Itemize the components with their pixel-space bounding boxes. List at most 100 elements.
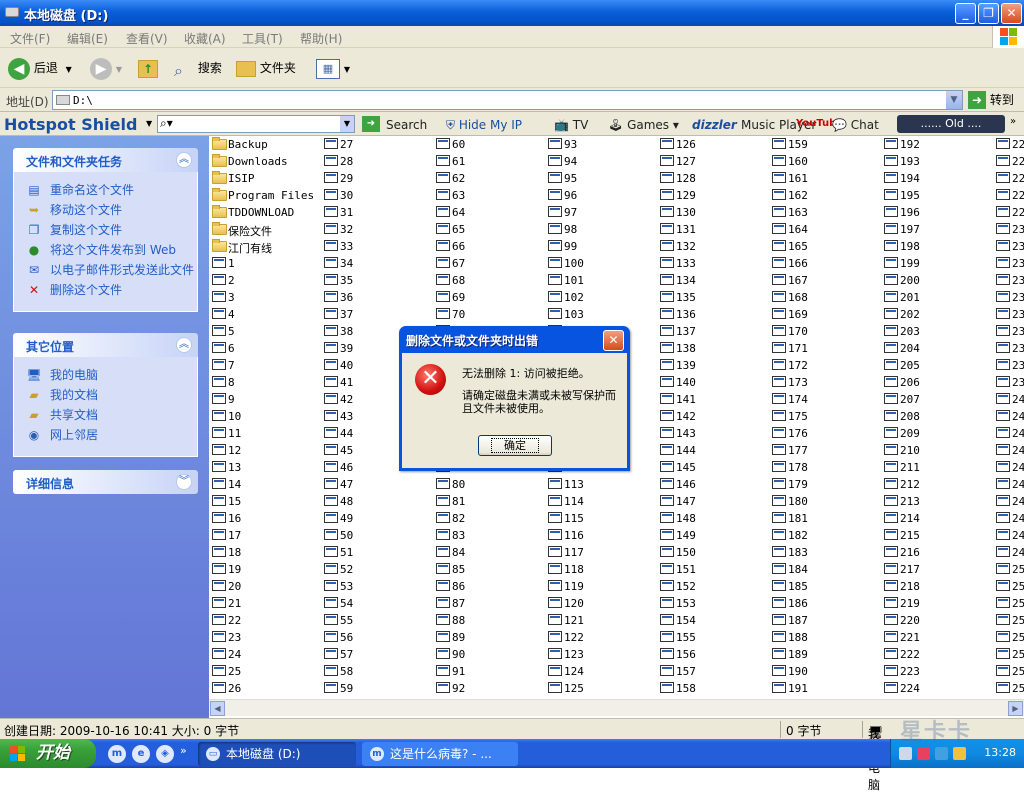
quicklaunch-app-icon[interactable]: ◈ bbox=[156, 745, 174, 763]
menu-favorites[interactable]: 收藏(A) bbox=[184, 30, 226, 47]
place-shared-documents[interactable]: ▰ 共享文档 bbox=[14, 408, 197, 423]
file-icon bbox=[660, 546, 674, 557]
item-name: 26 bbox=[228, 682, 242, 695]
item-name: 189 bbox=[788, 648, 808, 661]
folders-button[interactable]: 文件夹 bbox=[236, 56, 296, 80]
other-places-panel: 其它位置 ︽ 🖥 我的电脑 ▰ 我的文档 ▰ 共享文档 ◉ 网上邻居 bbox=[13, 333, 198, 457]
place-my-documents[interactable]: ▰ 我的文档 bbox=[14, 388, 197, 403]
hotspot-dropdown-icon[interactable]: ▼ bbox=[146, 119, 152, 128]
task-move[interactable]: ➥ 移动这个文件 bbox=[14, 203, 197, 218]
hotspot-search-button[interactable]: Search bbox=[386, 118, 427, 132]
quicklaunch-browser-icon[interactable]: e bbox=[132, 745, 150, 763]
scroll-left-icon[interactable]: ◀ bbox=[210, 701, 225, 716]
ok-button[interactable]: 确定 bbox=[478, 435, 552, 456]
menu-file[interactable]: 文件(F) bbox=[10, 30, 50, 47]
item-name: 154 bbox=[676, 614, 696, 627]
file-icon bbox=[772, 563, 786, 574]
item-name: 223 bbox=[900, 665, 920, 678]
menu-edit[interactable]: 编辑(E) bbox=[67, 30, 108, 47]
hide-ip-button[interactable]: ⛨ Hide My IP bbox=[446, 118, 522, 133]
item-name: 20 bbox=[228, 580, 242, 593]
views-button[interactable]: ▦ ▼ bbox=[316, 56, 350, 80]
keyboard-tray-icon[interactable] bbox=[899, 747, 912, 760]
file-tasks-header[interactable]: 文件和文件夹任务 ︽ bbox=[13, 148, 198, 172]
close-button[interactable]: ✕ bbox=[1001, 3, 1022, 24]
quicklaunch-overflow-icon[interactable]: » bbox=[180, 744, 187, 757]
task-email[interactable]: ✉ 以电子邮件形式发送此文件 bbox=[14, 263, 197, 278]
collapse-icon[interactable]: ︽ bbox=[176, 337, 192, 353]
toolbar-overflow-icon[interactable]: » bbox=[1010, 116, 1016, 127]
task-rename[interactable]: ▤ 重命名这个文件 bbox=[14, 183, 197, 198]
go-button[interactable]: ➜ 转到 bbox=[968, 91, 1014, 109]
chat-button[interactable]: 💬 Chat bbox=[832, 118, 879, 132]
games-button[interactable]: 🕹 Games ▾ bbox=[608, 118, 679, 132]
task-publish-web[interactable]: ● 将这个文件发布到 Web bbox=[14, 243, 197, 258]
network-tray-icon[interactable] bbox=[935, 747, 948, 760]
collapse-icon[interactable]: ︽ bbox=[176, 152, 192, 168]
file-icon bbox=[548, 206, 562, 217]
minimize-button[interactable]: _ bbox=[955, 3, 976, 24]
menu-tools[interactable]: 工具(T) bbox=[242, 30, 283, 47]
item-name: 43 bbox=[340, 410, 354, 423]
file-icon bbox=[324, 138, 338, 149]
task-copy[interactable]: ❐ 复制这个文件 bbox=[14, 223, 197, 238]
file-icon bbox=[436, 189, 450, 200]
taskbar-item-browser[interactable]: m 这是什么病毒? - ... bbox=[362, 742, 518, 766]
antivirus-tray-icon[interactable] bbox=[917, 747, 930, 760]
hotspot-search-input[interactable]: ⌕▾ ▼ bbox=[157, 115, 355, 133]
file-icon bbox=[324, 512, 338, 523]
item-name: Downloads bbox=[228, 155, 288, 168]
file-icon bbox=[324, 427, 338, 438]
file-icon bbox=[884, 189, 898, 200]
up-folder-button[interactable]: ↑ bbox=[138, 56, 158, 80]
taskbar-item-label: 这是什么病毒? - ... bbox=[390, 747, 492, 761]
start-button[interactable]: 开始 bbox=[0, 739, 96, 768]
volume-tray-icon[interactable] bbox=[953, 747, 966, 760]
views-dropdown-icon[interactable]: ▼ bbox=[344, 65, 350, 74]
task-delete[interactable]: ✕ 删除这个文件 bbox=[14, 283, 197, 298]
tv-button[interactable]: 📺 TV bbox=[554, 118, 588, 132]
item-name: 18 bbox=[228, 546, 242, 559]
place-network[interactable]: ◉ 网上邻居 bbox=[14, 428, 197, 443]
file-icon bbox=[660, 257, 674, 268]
place-my-computer[interactable]: 🖥 我的电脑 bbox=[14, 368, 197, 383]
menu-help[interactable]: 帮助(H) bbox=[300, 30, 342, 47]
menu-view[interactable]: 查看(V) bbox=[126, 30, 168, 47]
item-name: 166 bbox=[788, 257, 808, 270]
file-icon bbox=[772, 172, 786, 183]
file-icon bbox=[884, 580, 898, 591]
file-icon bbox=[660, 461, 674, 472]
forward-button[interactable]: ▶ ▼ bbox=[90, 56, 122, 80]
other-places-header[interactable]: 其它位置 ︽ bbox=[13, 333, 198, 357]
hotspot-shield-logo[interactable]: Hotspot Shield bbox=[4, 115, 137, 134]
address-input[interactable]: D:\ ▼ bbox=[52, 90, 963, 110]
forward-dropdown-icon[interactable]: ▼ bbox=[116, 65, 122, 74]
file-icon bbox=[772, 614, 786, 625]
clock[interactable]: 13:28 bbox=[984, 746, 1016, 759]
dialog-close-button[interactable]: ✕ bbox=[603, 330, 624, 351]
file-icon bbox=[996, 580, 1010, 591]
item-name: 168 bbox=[788, 291, 808, 304]
back-dropdown-icon[interactable]: ▼ bbox=[66, 65, 72, 74]
expand-icon[interactable]: ︾ bbox=[176, 474, 192, 490]
back-button[interactable]: ◀ 后退 ▼ bbox=[8, 56, 72, 80]
details-header[interactable]: 详细信息 ︾ bbox=[13, 470, 198, 494]
scroll-right-icon[interactable]: ▶ bbox=[1008, 701, 1023, 716]
item-name: 13 bbox=[228, 461, 242, 474]
media-player-widget[interactable]: ...... Old .... bbox=[897, 115, 1005, 133]
file-icon bbox=[548, 223, 562, 234]
maximize-button[interactable]: ❐ bbox=[978, 3, 999, 24]
file-icon bbox=[212, 274, 226, 285]
taskbar-item-explorer[interactable]: ▭ 本地磁盘 (D:) bbox=[198, 742, 356, 766]
search-go-icon[interactable]: ➜ bbox=[362, 116, 380, 132]
quicklaunch-maxthon-icon[interactable]: m bbox=[108, 745, 126, 763]
file-icon bbox=[772, 325, 786, 336]
address-dropdown-icon[interactable]: ▼ bbox=[946, 91, 962, 109]
file-icon bbox=[884, 274, 898, 285]
search-button[interactable]: ⌕ 搜索 bbox=[174, 56, 222, 80]
title-bar[interactable]: 本地磁盘 (D:) _ ❐ ✕ bbox=[0, 0, 1024, 26]
search-dropdown-icon[interactable]: ▼ bbox=[340, 116, 354, 132]
item-name: 215 bbox=[900, 529, 920, 542]
windows-flag-icon bbox=[10, 746, 26, 761]
file-icon bbox=[660, 325, 674, 336]
